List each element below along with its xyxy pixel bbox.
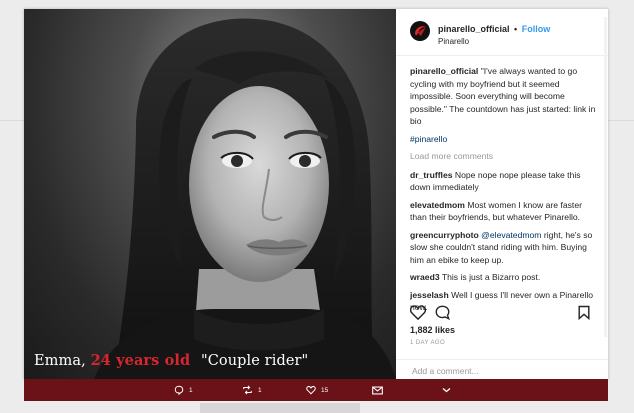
- caption-name: Emma,: [34, 353, 86, 369]
- caption-text-block: pinarello_official "I've always wanted t…: [410, 65, 600, 128]
- comment-icon: [174, 385, 184, 395]
- share-toolbar: 1 1 15: [24, 379, 608, 401]
- add-comment-input[interactable]: [410, 364, 594, 378]
- chevron-down-icon: [442, 388, 451, 393]
- load-more-comments[interactable]: Load more comments: [410, 150, 600, 163]
- likes-toolbar-count: 15: [321, 386, 329, 394]
- like-heart-icon[interactable]: [410, 305, 426, 320]
- post-actions: [410, 305, 594, 321]
- comment-username[interactable]: wraed3: [410, 272, 440, 282]
- separator-dot: •: [514, 24, 518, 34]
- hashtag-link[interactable]: #pinarello: [410, 134, 447, 144]
- heart-icon: [306, 385, 316, 395]
- follow-button[interactable]: Follow: [522, 24, 551, 34]
- comments-count: 1: [189, 386, 193, 394]
- toolbar-more[interactable]: [442, 384, 451, 396]
- account-username[interactable]: pinarello_official: [438, 24, 510, 34]
- post-modal: Emma, 24 years old "Couple rider" pinare…: [24, 9, 608, 379]
- comment-item: wraed3 This is just a Bizarro post.: [410, 271, 600, 284]
- post-photo: Emma, 24 years old "Couple rider": [24, 9, 396, 379]
- account-line: pinarello_official • Follow: [438, 24, 550, 34]
- mail-icon: [372, 386, 383, 394]
- comment-username[interactable]: jesselash: [410, 290, 449, 300]
- reposts-count: 1: [258, 386, 262, 394]
- likes-count[interactable]: 1,882 likes: [410, 325, 455, 335]
- post-timestamp: 1 DAY AGO: [410, 340, 446, 346]
- scrollbar[interactable]: [604, 17, 607, 337]
- comment-item: elevatedmom Most women I know are faster…: [410, 199, 600, 224]
- comment-mention[interactable]: @elevatedmom: [481, 230, 541, 240]
- post-side-panel: pinarello_official • Follow Pinarello pi…: [396, 9, 608, 379]
- toolbar-reposts[interactable]: 1: [242, 384, 262, 396]
- post-header: pinarello_official • Follow Pinarello: [396, 9, 608, 56]
- hashtag-line: #pinarello: [410, 133, 600, 146]
- comment-username[interactable]: dr_truffles: [410, 170, 453, 180]
- toolbar-likes[interactable]: 15: [306, 384, 328, 396]
- bookmark-icon[interactable]: [578, 305, 590, 320]
- comment-text: This is just a Bizarro post.: [441, 272, 541, 282]
- photo-caption: Emma, 24 years old "Couple rider": [34, 352, 308, 369]
- comments-list: pinarello_official "I've always wanted t…: [410, 65, 600, 319]
- add-comment-box: [396, 359, 608, 380]
- repost-icon: [243, 385, 252, 395]
- account-subtitle: Pinarello: [438, 37, 470, 46]
- pinarello-logo-icon: [415, 26, 426, 36]
- comment-username[interactable]: greencurryphoto: [410, 230, 479, 240]
- avatar[interactable]: [410, 21, 430, 41]
- comment-username[interactable]: elevatedmom: [410, 200, 465, 210]
- article-preview-strip: [200, 403, 360, 413]
- comment-item: greencurryphoto @elevatedmom right, he's…: [410, 229, 600, 267]
- caption-age: 24 years old: [90, 352, 191, 369]
- comment-bubble-icon[interactable]: [435, 305, 450, 320]
- caption-quote: "Couple rider": [200, 353, 309, 369]
- toolbar-comments[interactable]: 1: [174, 384, 193, 396]
- caption-username[interactable]: pinarello_official: [410, 66, 478, 76]
- comment-item: dr_truffles Nope nope nope please take t…: [410, 169, 600, 194]
- portrait-illustration: [94, 18, 396, 379]
- toolbar-mail[interactable]: [372, 384, 383, 396]
